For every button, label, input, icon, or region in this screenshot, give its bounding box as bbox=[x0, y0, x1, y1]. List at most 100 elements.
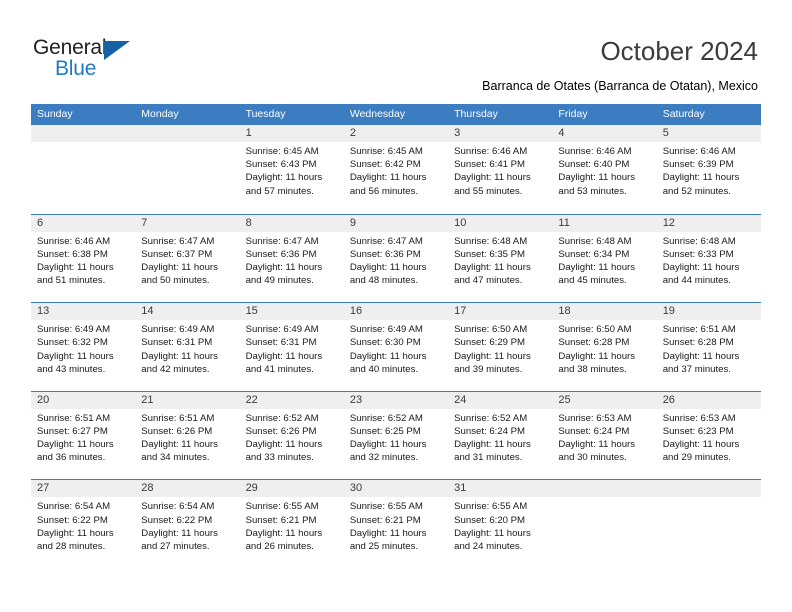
day-number-band: 27 bbox=[31, 480, 136, 498]
day-details: Sunrise: 6:52 AM Sunset: 6:26 PM Daylight:… bbox=[240, 409, 344, 465]
day-detail-line: Sunset: 6:38 PM bbox=[37, 248, 108, 260]
day-number-band: 6 bbox=[31, 214, 136, 232]
day-detail-line: Sunset: 6:36 PM bbox=[349, 248, 421, 260]
day-number: 27 bbox=[37, 482, 50, 495]
day-cell-8[interactable]: 8 Sunrise: 6:47 AM Sunset: 6:36 PM Daylight… bbox=[239, 214, 344, 303]
calendar-week-row: 20 Sunrise: 6:51 AM Sunset: 6:27 PM Dayligh… bbox=[31, 390, 761, 480]
day-cell-14[interactable]: 14 Sunrise: 6:49 AM Sunset: 6:31 PM Dayligh… bbox=[135, 303, 240, 391]
day-detail-line: and 43 minutes. bbox=[37, 363, 106, 375]
calendar-weeks: 1 Sunrise: 6:45 AM Sunset: 6:43 PM Daylight… bbox=[31, 125, 761, 568]
day-number-band: 18 bbox=[552, 303, 657, 321]
day-details: Sunrise: 6:54 AM Sunset: 6:22 PM Daylight:… bbox=[135, 497, 239, 553]
day-cell-6[interactable]: 6 Sunrise: 6:46 AM Sunset: 6:38 PM Daylight… bbox=[31, 214, 136, 303]
day-detail-line: Sunrise: 6:52 AM bbox=[454, 412, 528, 424]
day-detail-line: Sunset: 6:27 PM bbox=[37, 425, 108, 437]
day-detail-line: Sunset: 6:42 PM bbox=[349, 159, 421, 171]
day-detail-line: Daylight: 11 hours bbox=[662, 172, 740, 184]
day-cell-26[interactable]: 26 Sunrise: 6:53 AM Sunset: 6:23 PM Dayligh… bbox=[656, 391, 761, 480]
weekday-header-row: Sunday Monday Tuesday Wednesday Thursday Frid… bbox=[31, 104, 761, 125]
day-detail-line: Sunset: 6:26 PM bbox=[141, 425, 213, 437]
day-detail-line: and 44 minutes. bbox=[662, 275, 731, 287]
day-cell-1[interactable]: 1 Sunrise: 6:45 AM Sunset: 6:43 PM Daylight… bbox=[239, 125, 344, 214]
triangle-icon bbox=[104, 41, 130, 60]
day-number-band: 26 bbox=[656, 391, 761, 409]
day-number-band: 9 bbox=[343, 214, 449, 232]
day-detail-line: Sunset: 6:30 PM bbox=[349, 337, 421, 349]
day-cell-2[interactable]: 2 Sunrise: 6:45 AM Sunset: 6:42 PM Daylight… bbox=[343, 125, 449, 214]
day-cell-3[interactable]: 3 Sunrise: 6:46 AM Sunset: 6:41 PM Daylight… bbox=[448, 125, 553, 214]
day-cell-11[interactable]: 11 Sunrise: 6:48 AM Sunset: 6:34 PM Dayligh… bbox=[552, 214, 657, 303]
day-detail-line: Sunrise: 6:46 AM bbox=[558, 146, 632, 157]
day-number: 20 bbox=[37, 393, 50, 406]
day-detail-line: Sunrise: 6:55 AM bbox=[454, 501, 528, 513]
day-cell-31[interactable]: 31 Sunrise: 6:55 AM Sunset: 6:20 PM Dayligh… bbox=[448, 480, 553, 568]
day-details: Sunrise: 6:54 AM Sunset: 6:22 PM Daylight:… bbox=[31, 497, 135, 553]
day-cell-25[interactable]: 25 Sunrise: 6:53 AM Sunset: 6:24 PM Dayligh… bbox=[552, 391, 657, 480]
day-number: 7 bbox=[141, 216, 148, 229]
day-cell-30[interactable]: 30 Sunrise: 6:55 AM Sunset: 6:21 PM Dayligh… bbox=[343, 480, 449, 568]
day-cell-10[interactable]: 10 Sunrise: 6:48 AM Sunset: 6:35 PM Dayligh… bbox=[448, 214, 553, 303]
day-detail-line: Sunrise: 6:50 AM bbox=[558, 324, 632, 336]
day-detail-line: Sunset: 6:37 PM bbox=[141, 248, 213, 260]
day-cell-20[interactable]: 20 Sunrise: 6:51 AM Sunset: 6:27 PM Dayligh… bbox=[31, 391, 136, 480]
day-cell-21[interactable]: 21 Sunrise: 6:51 AM Sunset: 6:26 PM Dayligh… bbox=[135, 391, 240, 480]
day-number-band bbox=[552, 480, 657, 498]
day-detail-line: Daylight: 11 hours bbox=[245, 262, 323, 273]
day-detail-line: Sunrise: 6:45 AM bbox=[349, 146, 423, 157]
day-number: 1 bbox=[245, 127, 252, 139]
day-detail-line: and 38 minutes. bbox=[558, 363, 627, 375]
day-detail-line: and 51 minutes. bbox=[37, 275, 106, 287]
general-blue-logo[interactable]: General Blue bbox=[33, 36, 143, 82]
day-cell-9[interactable]: 9 Sunrise: 6:47 AM Sunset: 6:36 PM Daylight… bbox=[343, 214, 449, 303]
day-detail-line: Sunrise: 6:55 AM bbox=[245, 501, 319, 513]
day-detail-line: and 49 minutes. bbox=[245, 275, 314, 287]
day-number: 23 bbox=[349, 393, 363, 406]
day-cell-7[interactable]: 7 Sunrise: 6:47 AM Sunset: 6:37 PM Daylight… bbox=[135, 214, 240, 303]
day-cell-29[interactable]: 29 Sunrise: 6:55 AM Sunset: 6:21 PM Dayligh… bbox=[239, 480, 344, 568]
day-cell-22[interactable]: 22 Sunrise: 6:52 AM Sunset: 6:26 PM Dayligh… bbox=[239, 391, 344, 480]
day-cell-18[interactable]: 18 Sunrise: 6:50 AM Sunset: 6:28 PM Dayligh… bbox=[552, 303, 657, 391]
day-detail-line: Sunset: 6:43 PM bbox=[245, 159, 317, 171]
day-cell-4[interactable]: 4 Sunrise: 6:46 AM Sunset: 6:40 PM Daylight… bbox=[552, 125, 657, 214]
day-number-band: 23 bbox=[343, 391, 449, 409]
day-number-band: 11 bbox=[552, 214, 657, 232]
day-detail-line: Sunset: 6:41 PM bbox=[454, 159, 526, 171]
day-cell-12[interactable]: 12 Sunrise: 6:48 AM Sunset: 6:33 PM Dayligh… bbox=[656, 214, 761, 303]
day-cell-17[interactable]: 17 Sunrise: 6:50 AM Sunset: 6:29 PM Dayligh… bbox=[448, 303, 553, 391]
day-detail-line: Sunrise: 6:48 AM bbox=[454, 235, 528, 247]
day-detail-line: Sunrise: 6:46 AM bbox=[454, 146, 528, 157]
day-detail-line: Sunrise: 6:52 AM bbox=[349, 412, 423, 424]
day-detail-line: Daylight: 11 hours bbox=[349, 439, 427, 451]
day-detail-line: Daylight: 11 hours bbox=[141, 439, 218, 451]
day-cell-16[interactable]: 16 Sunrise: 6:49 AM Sunset: 6:30 PM Dayligh… bbox=[343, 303, 449, 391]
day-detail-line: and 53 minutes. bbox=[558, 185, 627, 197]
day-number-band bbox=[656, 480, 761, 498]
day-cell-28[interactable]: 28 Sunrise: 6:54 AM Sunset: 6:22 PM Dayligh… bbox=[135, 480, 240, 568]
day-detail-line: Sunset: 6:21 PM bbox=[245, 514, 317, 526]
day-detail-line: and 27 minutes. bbox=[141, 540, 210, 552]
day-cell-23[interactable]: 23 Sunrise: 6:52 AM Sunset: 6:25 PM Dayligh… bbox=[343, 391, 449, 480]
day-number-band: 12 bbox=[656, 214, 761, 232]
day-details: Sunrise: 6:51 AM Sunset: 6:26 PM Daylight:… bbox=[135, 409, 239, 465]
day-cell-5[interactable]: 5 Sunrise: 6:46 AM Sunset: 6:39 PM Daylight… bbox=[656, 125, 761, 214]
day-details: Sunrise: 6:48 AM Sunset: 6:35 PM Daylight:… bbox=[448, 232, 552, 288]
day-cell-empty bbox=[656, 480, 761, 568]
day-detail-line: Sunrise: 6:53 AM bbox=[662, 412, 736, 424]
logo-word-blue: Blue bbox=[55, 57, 97, 80]
day-cell-27[interactable]: 27 Sunrise: 6:54 AM Sunset: 6:22 PM Dayligh… bbox=[31, 480, 136, 568]
day-details: Sunrise: 6:46 AM Sunset: 6:39 PM Daylight:… bbox=[657, 142, 761, 198]
day-cell-13[interactable]: 13 Sunrise: 6:49 AM Sunset: 6:32 PM Dayligh… bbox=[31, 303, 136, 391]
day-number: 12 bbox=[662, 216, 675, 229]
day-detail-line: Sunrise: 6:47 AM bbox=[349, 235, 423, 247]
day-cell-24[interactable]: 24 Sunrise: 6:52 AM Sunset: 6:24 PM Dayligh… bbox=[448, 391, 553, 480]
day-cell-19[interactable]: 19 Sunrise: 6:51 AM Sunset: 6:28 PM Dayligh… bbox=[656, 303, 761, 391]
page-header: General Blue October 2024 Barranca de Ot… bbox=[0, 0, 792, 100]
day-detail-line: Daylight: 11 hours bbox=[245, 350, 323, 362]
day-detail-line: Sunrise: 6:50 AM bbox=[454, 324, 528, 336]
day-detail-line: Daylight: 11 hours bbox=[662, 350, 740, 362]
calendar-week-row: 1 Sunrise: 6:45 AM Sunset: 6:43 PM Daylight… bbox=[31, 125, 761, 214]
day-cell-15[interactable]: 15 Sunrise: 6:49 AM Sunset: 6:31 PM Dayligh… bbox=[239, 303, 344, 391]
day-detail-line: Sunset: 6:35 PM bbox=[454, 248, 526, 260]
day-number-band: 19 bbox=[656, 303, 761, 321]
day-detail-line: and 47 minutes. bbox=[454, 275, 523, 287]
